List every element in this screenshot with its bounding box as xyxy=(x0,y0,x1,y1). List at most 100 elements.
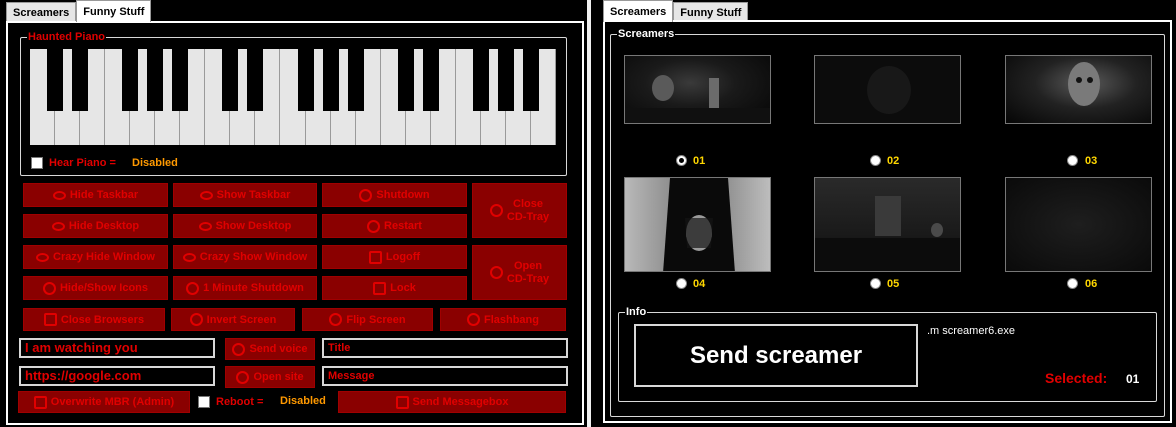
invert-screen-button[interactable]: Invert Screen xyxy=(171,308,295,331)
cd-icon xyxy=(489,266,503,279)
hide-desktop-button[interactable]: Hide Desktop xyxy=(23,214,168,238)
lock-button[interactable]: Lock xyxy=(322,276,467,300)
restart-icon xyxy=(367,219,381,233)
crazy-show-window-label: Crazy Show Window xyxy=(199,251,308,263)
screamer-radio-05[interactable] xyxy=(870,278,881,289)
messagebox-icon xyxy=(395,395,409,409)
piano-black-key[interactable] xyxy=(72,49,89,111)
piano-black-key[interactable] xyxy=(122,49,139,111)
tab-screamers[interactable]: Screamers xyxy=(6,2,77,22)
restart-button[interactable]: Restart xyxy=(322,214,467,238)
piano-black-key[interactable] xyxy=(522,49,539,111)
screamer-number-01: 01 xyxy=(693,155,706,167)
left-window: Screamers Funny Stuff Haunted Piano Hear… xyxy=(0,0,587,427)
funny-stuff-page: Haunted Piano Hear Piano = Disabled Hide… xyxy=(6,21,584,425)
info-legend: Info xyxy=(626,306,647,318)
selected-value: 01 xyxy=(1126,372,1140,386)
crazy-hide-window-label: Crazy Hide Window xyxy=(53,251,155,263)
eye-icon xyxy=(52,190,66,200)
open-cd-tray-button[interactable]: Open CD-Tray xyxy=(472,245,567,300)
eye-icon xyxy=(42,281,56,295)
message-input[interactable]: Message xyxy=(322,366,568,386)
lock-icon xyxy=(373,281,387,295)
piano-black-key[interactable] xyxy=(397,49,414,111)
title-input[interactable]: Title xyxy=(322,338,568,358)
screamer-thumbnail-01[interactable] xyxy=(624,55,771,124)
cd-icon xyxy=(489,204,503,217)
piano-black-key[interactable] xyxy=(472,49,489,111)
screamer-thumbnail-05[interactable] xyxy=(814,177,961,272)
shutdown-label: Shutdown xyxy=(376,189,430,201)
lock-label: Lock xyxy=(390,282,416,294)
screamer-thumbnail-04[interactable] xyxy=(624,177,771,272)
send-screamer-button[interactable]: Send screamer xyxy=(634,324,918,387)
pale-face-image xyxy=(1068,62,1100,106)
screamer-thumbnail-06[interactable] xyxy=(1005,177,1152,272)
tab-funny-stuff[interactable]: Funny Stuff xyxy=(76,0,152,22)
send-messagebox-label: Send Messagebox xyxy=(412,396,509,408)
selected-label: Selected: xyxy=(1045,370,1108,386)
power-icon xyxy=(186,281,200,295)
flip-screen-button[interactable]: Flip Screen xyxy=(302,308,433,331)
send-messagebox-button[interactable]: Send Messagebox xyxy=(338,391,566,413)
flip-icon xyxy=(329,313,343,326)
shutdown-button[interactable]: Shutdown xyxy=(322,183,467,207)
screamer-radio-06[interactable] xyxy=(1067,278,1078,289)
screamer-thumbnail-02[interactable] xyxy=(814,55,961,124)
hide-show-icons-label: Hide/Show Icons xyxy=(59,282,148,294)
show-desktop-button[interactable]: Show Desktop xyxy=(173,214,317,238)
one-minute-shutdown-label: 1 Minute Shutdown xyxy=(203,282,304,294)
hear-piano-status: Disabled xyxy=(132,157,178,169)
crazy-show-window-button[interactable]: Crazy Show Window xyxy=(173,245,317,269)
tab-funny-stuff[interactable]: Funny Stuff xyxy=(673,2,749,22)
hear-piano-label: Hear Piano = xyxy=(49,157,116,169)
screamer-radio-02[interactable] xyxy=(870,155,881,166)
site-url-input[interactable]: https://google.com xyxy=(19,366,215,386)
voice-text-input[interactable]: I am watching you xyxy=(19,338,215,358)
piano-black-key[interactable] xyxy=(497,49,514,111)
hear-piano-checkbox[interactable] xyxy=(31,157,43,169)
piano-keyboard[interactable] xyxy=(30,49,556,145)
screamer-number-02: 02 xyxy=(887,155,900,167)
screamers-page: Screamers 01 02 03 04 05 06 Info Send sc… xyxy=(603,20,1172,423)
browser-icon xyxy=(43,313,57,326)
send-voice-button[interactable]: Send voice xyxy=(225,338,315,360)
show-taskbar-button[interactable]: Show Taskbar xyxy=(173,183,317,207)
piano-black-key[interactable] xyxy=(322,49,339,111)
show-desktop-label: Show Desktop xyxy=(215,220,292,232)
piano-black-key[interactable] xyxy=(222,49,239,111)
overwrite-mbr-button[interactable]: Overwrite MBR (Admin) xyxy=(18,391,190,413)
piano-black-key[interactable] xyxy=(147,49,164,111)
tab-screamers[interactable]: Screamers xyxy=(603,0,674,22)
piano-black-key[interactable] xyxy=(422,49,439,111)
open-site-label: Open site xyxy=(253,371,304,383)
invert-icon xyxy=(189,313,203,326)
piano-black-key[interactable] xyxy=(297,49,314,111)
screamer-radio-01[interactable] xyxy=(676,155,687,166)
logoff-button[interactable]: Logoff xyxy=(322,245,467,269)
piano-black-key[interactable] xyxy=(247,49,264,111)
open-cd-tray-label: Open CD-Tray xyxy=(506,259,550,285)
screamer-radio-04[interactable] xyxy=(676,278,687,289)
screamer-thumbnail-03[interactable] xyxy=(1005,55,1152,124)
one-minute-shutdown-button[interactable]: 1 Minute Shutdown xyxy=(173,276,317,300)
screamer-file-name: .m screamer6.exe xyxy=(927,325,1016,337)
long-hair-ghost-image xyxy=(663,178,735,271)
hide-taskbar-button[interactable]: Hide Taskbar xyxy=(23,183,168,207)
piano-black-key[interactable] xyxy=(47,49,64,111)
close-browsers-button[interactable]: Close Browsers xyxy=(23,308,165,331)
piano-black-key[interactable] xyxy=(172,49,189,111)
reboot-checkbox[interactable] xyxy=(198,396,210,408)
hide-show-icons-button[interactable]: Hide/Show Icons xyxy=(23,276,168,300)
open-site-button[interactable]: Open site xyxy=(225,366,315,388)
piano-black-key[interactable] xyxy=(347,49,364,111)
screamer-radio-03[interactable] xyxy=(1067,155,1078,166)
crazy-hide-window-button[interactable]: Crazy Hide Window xyxy=(23,245,168,269)
eye-icon xyxy=(182,252,196,262)
haunted-piano-legend: Haunted Piano xyxy=(28,31,106,43)
screamers-legend: Screamers xyxy=(618,28,675,40)
show-taskbar-label: Show Taskbar xyxy=(216,189,291,201)
close-cd-tray-button[interactable]: Close CD-Tray xyxy=(472,183,567,238)
flashbang-button[interactable]: Flashbang xyxy=(440,308,566,331)
hide-taskbar-label: Hide Taskbar xyxy=(69,189,139,201)
